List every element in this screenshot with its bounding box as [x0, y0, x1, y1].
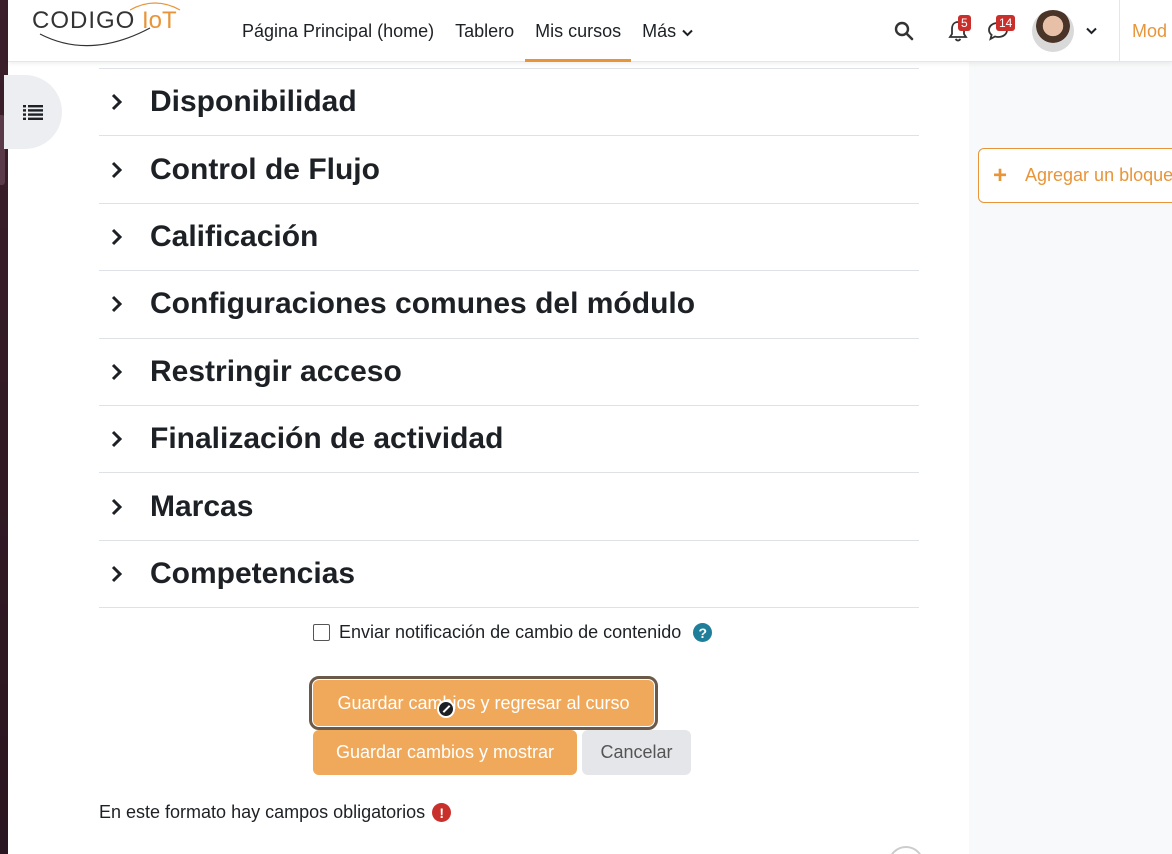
save-and-display-button[interactable]: Guardar cambios y mostrar [313, 730, 577, 775]
plus-icon: + [993, 161, 1008, 189]
section-title: Finalización de actividad [150, 422, 504, 456]
search-button[interactable] [884, 11, 924, 51]
settings-sections: Disponibilidad Control de Flujo Califica… [99, 68, 919, 609]
required-note-text: En este formato hay campos obligatorios [99, 802, 426, 822]
nav-link-more[interactable]: Más [642, 0, 693, 62]
section-grade[interactable]: Calificación [99, 204, 919, 272]
chevron-right-icon [99, 430, 150, 448]
section-title: Configuraciones comunes del módulo [150, 287, 696, 321]
save-and-return-button[interactable]: Guardar cambios y regresar al curso [309, 676, 658, 730]
navbar-divider [1119, 0, 1120, 62]
user-menu-chevron-icon[interactable] [1086, 22, 1097, 40]
section-title: Control de Flujo [150, 152, 380, 186]
edit-mode-label[interactable]: Mod [1132, 21, 1172, 42]
notify-label: Enviar notificación de cambio de conteni… [339, 622, 682, 642]
chevron-right-icon [99, 565, 150, 583]
block-region: + Agregar un bloque [969, 62, 1172, 854]
site-logo[interactable]: CODIGO IoT [30, 2, 200, 50]
nav-link-label: Mis cursos [535, 20, 622, 41]
main-nav: Página Principal (home) Tablero Mis curs… [242, 0, 714, 62]
nav-link-home[interactable]: Página Principal (home) [242, 0, 434, 62]
section-restrict-access[interactable]: Restringir acceso [99, 339, 919, 406]
nav-link-dashboard[interactable]: Tablero [455, 0, 514, 62]
add-block-label: Agregar un bloque [1025, 165, 1172, 185]
section-title: Calificación [150, 219, 319, 253]
chevron-down-icon [682, 21, 693, 42]
chevron-right-icon [99, 161, 150, 179]
section-tags[interactable]: Marcas [99, 473, 919, 541]
course-index-toggle[interactable] [4, 75, 62, 149]
logo-graphic: CODIGO IoT [32, 2, 181, 47]
cancel-button[interactable]: Cancelar [582, 730, 691, 775]
nav-link-label: Página Principal (home) [242, 20, 435, 41]
help-icon[interactable]: ? [693, 623, 713, 642]
nav-link-label: Más [642, 20, 677, 41]
chevron-right-icon [99, 498, 150, 516]
notifications-badge: 5 [958, 15, 971, 31]
section-availability[interactable]: Disponibilidad [99, 69, 919, 137]
chevron-right-icon [99, 228, 150, 246]
nav-link-label: Tablero [455, 20, 515, 41]
navbar-right: 5 14 Mod [884, 0, 1172, 62]
notify-checkbox[interactable] [313, 624, 330, 641]
required-fields-note: En este formato hay campos obligatorios … [99, 802, 452, 823]
chevron-right-icon [99, 295, 150, 313]
section-common-module-settings[interactable]: Configuraciones comunes del módulo [99, 271, 919, 339]
section-title: Restringir acceso [150, 354, 402, 388]
section-title: Disponibilidad [150, 85, 357, 119]
section-competencies[interactable]: Competencias [99, 541, 919, 609]
section-activity-completion[interactable]: Finalización de actividad [99, 406, 919, 474]
svg-text:CODIGO: CODIGO [32, 7, 135, 34]
add-block-button[interactable]: + Agregar un bloque [978, 148, 1172, 203]
not-allowed-cursor-icon [437, 700, 455, 718]
top-navbar: CODIGO IoT Página Principal (home) Table… [8, 0, 1172, 62]
notify-content-change-row: Enviar notificación de cambio de conteni… [313, 622, 713, 643]
user-avatar[interactable] [1032, 10, 1074, 52]
chevron-right-icon [99, 363, 150, 381]
messages-button[interactable]: 14 [978, 11, 1018, 51]
messages-badge: 14 [996, 15, 1016, 31]
section-flow-control[interactable]: Control de Flujo [99, 136, 919, 204]
notifications-button[interactable]: 5 [938, 11, 978, 51]
nav-link-my-courses[interactable]: Mis cursos [525, 0, 632, 62]
back-to-top-button[interactable] [888, 846, 924, 854]
section-title: Competencias [150, 556, 356, 590]
search-icon [894, 21, 914, 41]
chevron-right-icon [99, 93, 150, 111]
required-icon: ! [432, 803, 452, 822]
list-icon [23, 105, 43, 120]
section-title: Marcas [150, 489, 254, 523]
